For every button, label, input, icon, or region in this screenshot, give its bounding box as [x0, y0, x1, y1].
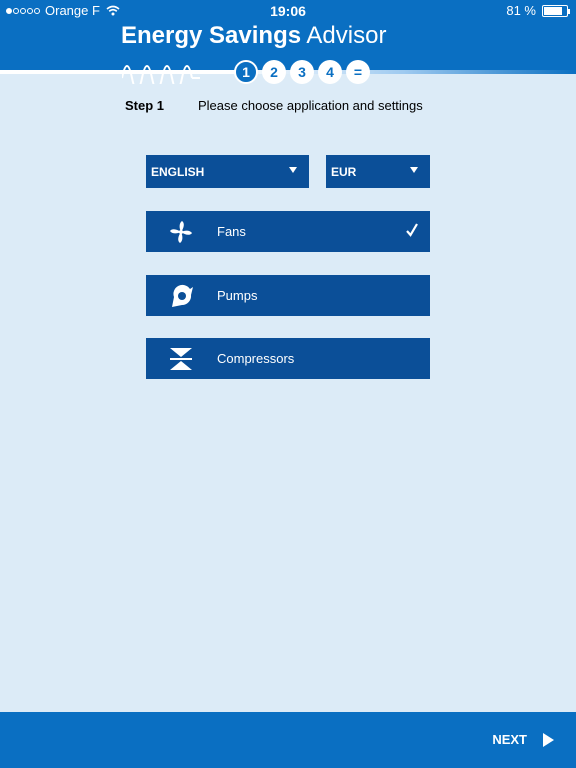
fan-icon [170, 221, 192, 243]
app-title-light: Advisor [306, 22, 387, 49]
step-indicator: 1 2 3 4 = [234, 60, 374, 84]
pumps-button[interactable]: Pumps [146, 275, 430, 316]
play-arrow-icon [543, 732, 554, 747]
pump-icon [172, 284, 193, 307]
status-bar: Orange F 19:06 81 % [0, 0, 576, 22]
language-value: ENGLISH [151, 164, 205, 179]
compressor-icon [170, 348, 192, 370]
status-time: 19:06 [270, 3, 306, 19]
step-label: Step 1 [125, 98, 165, 113]
next-button[interactable]: NEXT [492, 732, 554, 747]
step-2-indicator[interactable]: 2 [262, 60, 286, 84]
footer-bar: NEXT [0, 712, 576, 768]
pumps-label: Pumps [217, 288, 258, 303]
step-4-indicator[interactable]: 4 [318, 60, 342, 84]
fans-label: Fans [217, 224, 246, 239]
battery-percent: 81 % [506, 3, 536, 18]
compressors-label: Compressors [217, 351, 295, 366]
step-1-indicator[interactable]: 1 [234, 60, 258, 84]
compressors-button[interactable]: Compressors [146, 338, 430, 379]
language-select[interactable]: ENGLISH [146, 155, 309, 188]
step-3-indicator[interactable]: 3 [290, 60, 314, 84]
caret-down-icon [410, 167, 418, 173]
step-description: Please choose application and settings [198, 98, 423, 113]
step-result-indicator[interactable]: = [346, 60, 370, 84]
next-label: NEXT [492, 732, 527, 747]
currency-select[interactable]: EUR [326, 155, 430, 188]
sine-wave-icon [122, 65, 200, 84]
check-icon [406, 223, 418, 237]
battery-icon [542, 4, 570, 17]
battery-fill [544, 6, 562, 15]
currency-value: EUR [331, 164, 357, 179]
app-title: Energy Savings Advisor [121, 22, 386, 50]
status-right: 81 % [506, 3, 570, 18]
app-title-bold: Energy Savings [121, 22, 302, 49]
fans-button[interactable]: Fans [146, 211, 430, 252]
caret-down-icon [289, 167, 297, 173]
